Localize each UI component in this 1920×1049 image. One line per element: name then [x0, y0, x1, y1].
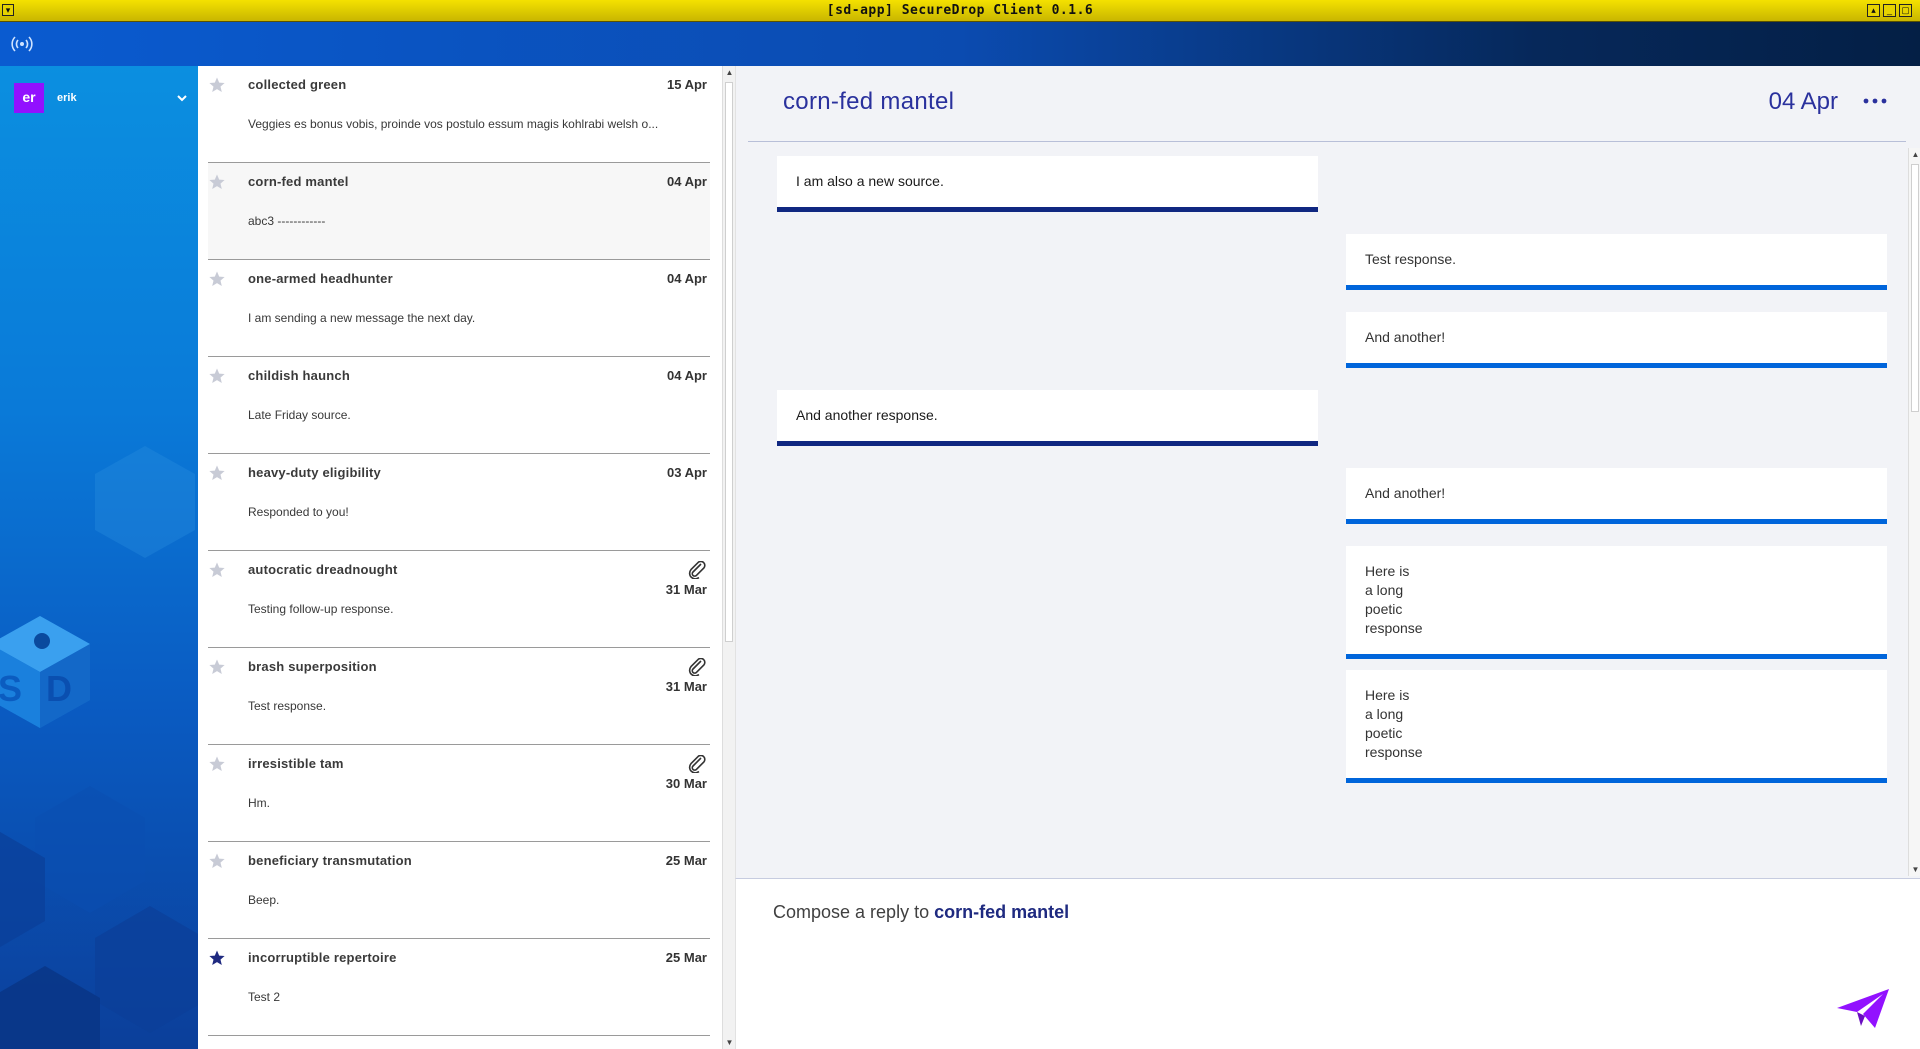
source-list-item[interactable]: one-armed headhunter 04 Apr I am sending a…	[208, 260, 710, 357]
source-name: one-armed headhunter	[248, 271, 393, 286]
journalist-reply: Test response.	[1346, 234, 1887, 290]
username: erik	[57, 92, 77, 104]
source-date: 25 Mar	[665, 950, 707, 965]
source-date: 15 Apr	[667, 77, 707, 92]
source-name: irresistible tam	[248, 756, 344, 771]
window-maximize-button[interactable]: ▴	[1867, 4, 1880, 17]
source-date: 03 Apr	[667, 465, 707, 480]
source-preview: Test 2	[248, 990, 281, 1004]
scroll-up-arrow-icon[interactable]: ▲	[725, 68, 734, 77]
journalist-reply: Here is a long poetic response	[1346, 670, 1887, 783]
source-preview: Beep.	[248, 893, 280, 907]
source-message: And another response.	[777, 390, 1318, 446]
star-icon[interactable]	[208, 173, 226, 191]
securedrop-logo-decoration: D S	[0, 446, 198, 1049]
window-titlebar: ▾ [sd-app] SecureDrop Client 0.1.6 ▴ _ ▢	[0, 0, 1920, 22]
reply-box[interactable]: Compose a reply to corn-fed mantel	[735, 878, 1920, 1049]
source-preview: Veggies es bonus vobis, proinde vos post…	[248, 117, 659, 131]
reply-placeholder-source: corn-fed mantel	[934, 902, 1070, 922]
source-preview: I am sending a new message the next day.	[248, 311, 476, 325]
reply-placeholder-prefix: Compose a reply to	[773, 902, 930, 922]
window-minimize-button[interactable]: _	[1883, 4, 1896, 17]
source-list-item[interactable]: brash superposition 31 Mar Test response.	[208, 648, 710, 745]
source-preview: Testing follow-up response.	[248, 602, 394, 616]
source-date: 04 Apr	[667, 174, 707, 189]
reply-placeholder[interactable]: Compose a reply to corn-fed mantel	[773, 902, 1069, 923]
journalist-reply: And another!	[1346, 312, 1887, 368]
star-icon[interactable]	[208, 270, 226, 288]
source-name: childish haunch	[248, 368, 350, 383]
source-list-item[interactable]: incorruptible repertoire 25 Mar Test 2	[208, 939, 710, 1036]
source-list-scrollbar[interactable]: ▲ ▼	[722, 66, 735, 1049]
source-list-item[interactable]: beneficiary transmutation 25 Mar Beep.	[208, 842, 710, 939]
source-preview: abc3 ------------	[248, 214, 326, 228]
source-date: 04 Apr	[667, 368, 707, 383]
source-list-item[interactable]: autocratic dreadnought 31 Mar Testing foll…	[208, 551, 710, 648]
source-date: 31 Mar	[665, 582, 707, 597]
journalist-reply: And another!	[1346, 468, 1887, 524]
source-list-item[interactable]: corn-fed mantel 04 Apr abc3 ------------	[208, 163, 710, 260]
send-paper-plane-icon	[1837, 989, 1889, 1028]
source-preview: Test response.	[248, 699, 327, 713]
chevron-down-icon[interactable]	[175, 91, 189, 105]
source-name: brash superposition	[248, 659, 377, 674]
avatar: er	[14, 83, 44, 113]
journalist-reply: Here is a long poetic response	[1346, 546, 1887, 659]
star-icon[interactable]	[208, 658, 226, 676]
paperclip-icon	[688, 657, 708, 677]
star-icon[interactable]	[208, 76, 226, 94]
scrollbar-thumb[interactable]	[725, 82, 733, 642]
star-icon[interactable]	[208, 852, 226, 870]
source-name: incorruptible repertoire	[248, 950, 397, 965]
star-icon[interactable]	[208, 755, 226, 773]
paperclip-icon	[688, 560, 708, 580]
left-sidebar: er erik D S	[0, 66, 198, 1049]
star-icon[interactable]	[208, 561, 226, 579]
source-name: collected green	[248, 77, 347, 92]
source-message: I am also a new source.	[777, 156, 1318, 212]
source-date: 30 Mar	[665, 776, 707, 791]
source-preview: Hm.	[248, 796, 270, 810]
conversation-pane: corn-fed mantel 04 Apr I am also a new s…	[735, 66, 1920, 878]
source-list: collected green 15 Apr Veggies es bonus vo…	[198, 66, 722, 1049]
source-preview: Late Friday source.	[248, 408, 351, 422]
top-bar	[0, 22, 1920, 66]
star-icon[interactable]	[208, 949, 226, 967]
sync-signal-icon[interactable]	[11, 34, 33, 54]
source-list-item[interactable]: childish haunch 04 Apr Late Friday source.	[208, 357, 710, 454]
source-list-item[interactable]: heavy-duty eligibility 03 Apr Responded to…	[208, 454, 710, 551]
source-preview: Responded to you!	[248, 505, 349, 519]
send-button[interactable]	[1833, 986, 1893, 1032]
svg-text:D: D	[46, 668, 72, 709]
conversation-header: corn-fed mantel 04 Apr	[748, 66, 1906, 142]
star-icon[interactable]	[208, 367, 226, 385]
source-name: corn-fed mantel	[248, 174, 349, 189]
window-title: [sd-app] SecureDrop Client 0.1.6	[826, 3, 1094, 18]
source-date: 04 Apr	[667, 271, 707, 286]
scroll-down-arrow-icon[interactable]: ▼	[725, 1038, 734, 1047]
paperclip-icon	[688, 754, 708, 774]
source-list-item[interactable]: irresistible tam 30 Mar Hm.	[208, 745, 710, 842]
user-menu[interactable]: er erik	[14, 83, 189, 113]
message-list: I am also a new source. Test response. And…	[736, 144, 1901, 876]
conversation-title: corn-fed mantel	[783, 88, 955, 115]
scroll-down-arrow-icon[interactable]: ▼	[1911, 865, 1920, 874]
source-name: autocratic dreadnought	[248, 562, 398, 577]
source-date: 31 Mar	[665, 679, 707, 694]
source-name: heavy-duty eligibility	[248, 465, 381, 480]
conversation-date: 04 Apr	[1768, 88, 1838, 115]
star-icon[interactable]	[208, 464, 226, 482]
more-options-icon[interactable]	[1862, 92, 1888, 110]
scroll-up-arrow-icon[interactable]: ▲	[1911, 150, 1920, 159]
scrollbar-thumb[interactable]	[1911, 164, 1919, 412]
source-name: beneficiary transmutation	[248, 853, 412, 868]
source-date: 25 Mar	[665, 853, 707, 868]
svg-text:S: S	[0, 668, 22, 709]
source-list-item[interactable]: collected green 15 Apr Veggies es bonus vo…	[208, 66, 710, 163]
conversation-scrollbar[interactable]: ▲ ▼	[1908, 148, 1920, 876]
window-close-button[interactable]: ▢	[1899, 4, 1912, 17]
